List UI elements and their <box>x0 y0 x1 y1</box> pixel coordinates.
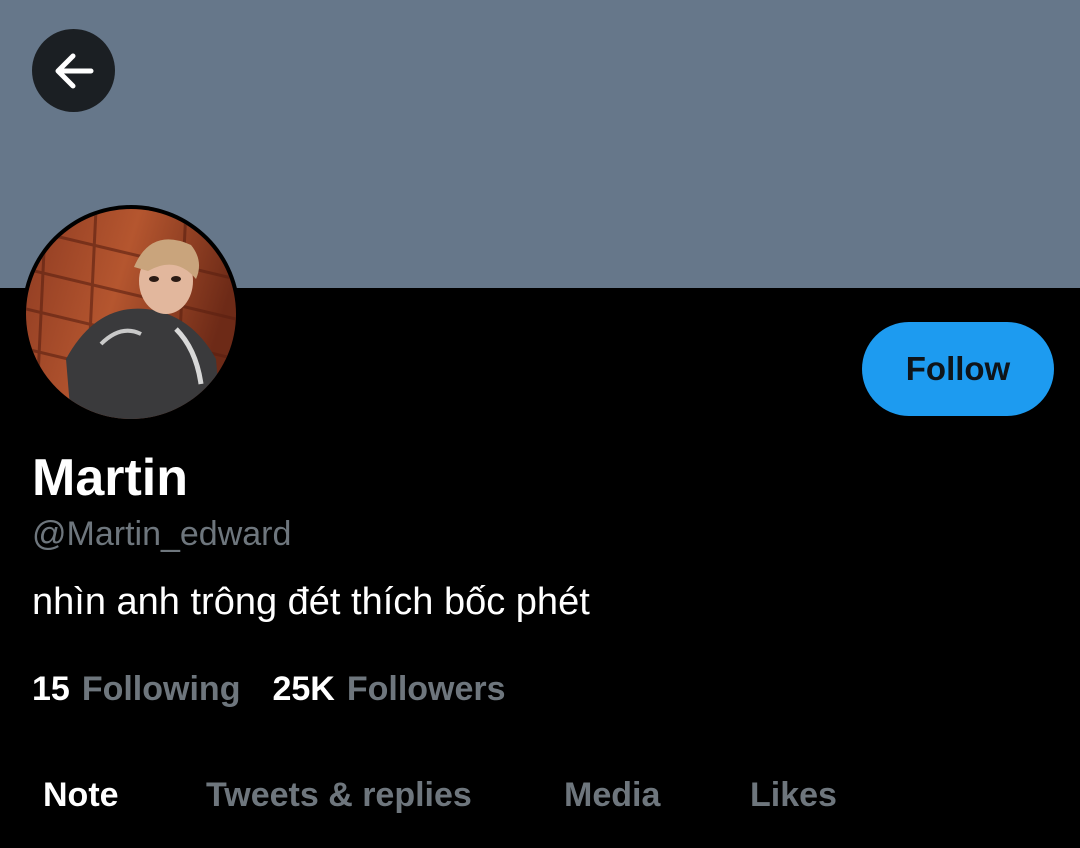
profile-stats: 15 Following 25K Followers <box>32 668 506 710</box>
tab-likes[interactable]: Likes <box>750 772 837 818</box>
back-button[interactable] <box>32 29 115 112</box>
followers-link[interactable]: 25K Followers <box>272 668 505 710</box>
arrow-left-icon <box>55 53 93 88</box>
followers-count: 25K <box>272 670 335 708</box>
follow-button[interactable]: Follow <box>862 322 1054 416</box>
following-count: 15 <box>32 670 70 708</box>
username-handle: @Martin_edward <box>32 515 292 553</box>
tab-media[interactable]: Media <box>564 772 660 818</box>
avatar[interactable] <box>26 209 236 419</box>
following-link[interactable]: 15 Following <box>32 668 240 710</box>
followers-label: Followers <box>346 670 506 708</box>
tab-note[interactable]: Note <box>43 772 119 818</box>
profile-bio: nhìn anh trông đét thích bốc phét <box>32 581 590 623</box>
following-label: Following <box>81 670 241 708</box>
avatar-frame <box>22 205 240 423</box>
display-name: Martin <box>32 449 188 507</box>
tab-tweets-replies[interactable]: Tweets & replies <box>206 772 472 818</box>
